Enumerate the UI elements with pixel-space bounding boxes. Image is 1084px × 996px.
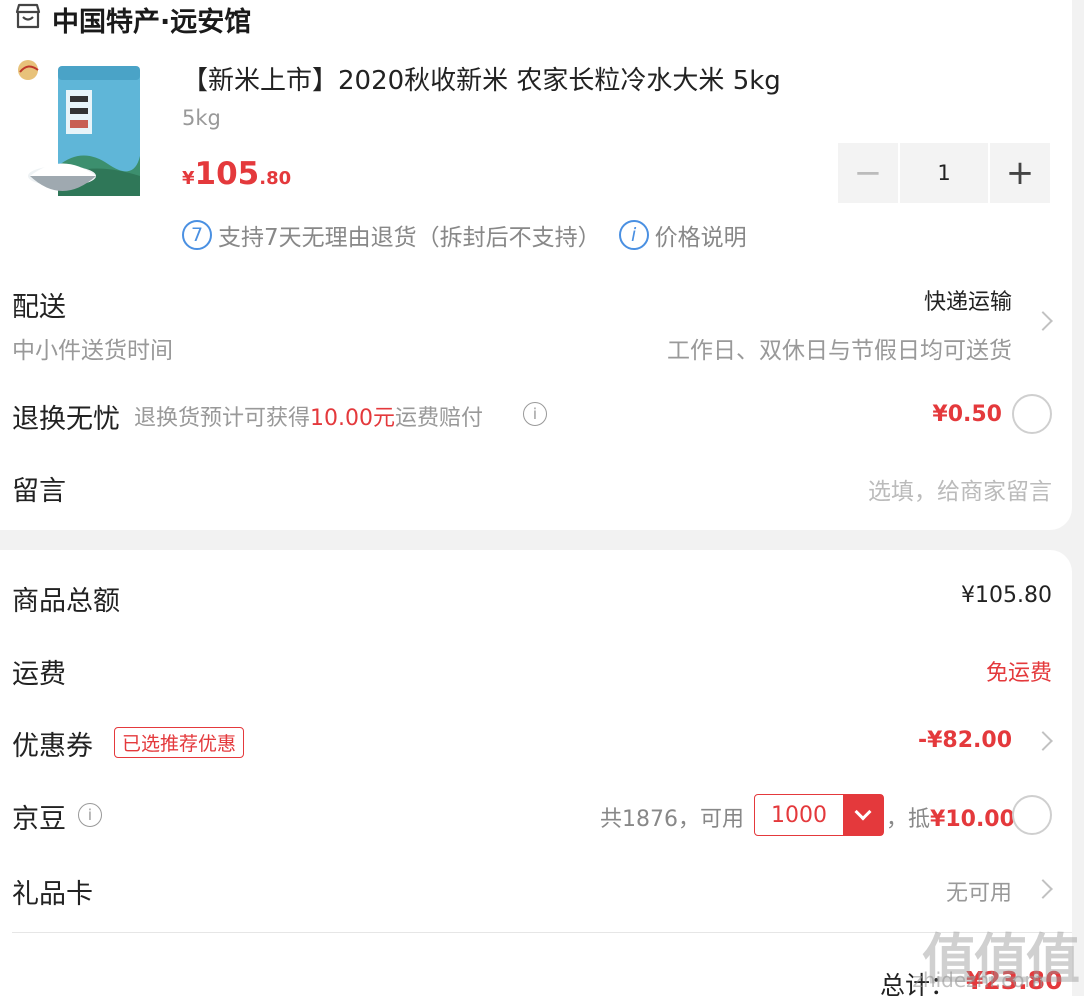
exchange-desc-suffix: 运费赔付	[395, 406, 484, 431]
order-summary-card	[0, 550, 1072, 996]
message-label: 留言	[12, 476, 66, 507]
shipping-value: 免运费	[985, 661, 1052, 686]
exchange-desc-amount: 10.00元	[310, 406, 395, 431]
info-icon: i	[618, 220, 649, 250]
jingdou-label: 京豆	[12, 804, 66, 835]
goods-total-label: 商品总额	[12, 586, 120, 617]
price-currency: ¥	[182, 168, 195, 189]
goods-total-value: ¥105.80	[961, 583, 1052, 608]
jingdou-amount-select[interactable]: 1000	[754, 794, 884, 836]
delivery-method[interactable]: 快递运输	[924, 284, 1012, 316]
watermark-site: zhidezhi.com	[912, 968, 1044, 992]
exchange-insurance-desc: 退换货预计可获得10.00元运费赔付	[134, 400, 483, 432]
jingdou-available-label: ，可用	[678, 807, 745, 832]
coupon-recommended-tag: 已选推荐优惠	[114, 727, 245, 758]
jingdou-amount-value[interactable]: 1000	[755, 795, 843, 835]
coupon-value[interactable]: -¥82.00	[918, 728, 1012, 753]
delivery-label: 配送	[12, 292, 66, 323]
seven-day-return-icon: 7	[182, 220, 212, 250]
jingdou-total: 1876	[622, 807, 679, 832]
delivery-detail[interactable]: 工作日、双休日与节假日均可送货	[667, 331, 1012, 365]
delivery-time-label: 中小件送货时间	[12, 338, 173, 364]
quantity-increase-button[interactable]: +	[990, 143, 1050, 203]
gift-card-value[interactable]: 无可用	[946, 875, 1012, 907]
exchange-radio[interactable]	[1012, 394, 1052, 434]
product-thumbnail[interactable]	[12, 56, 146, 206]
jingdou-radio[interactable]	[1012, 795, 1052, 835]
price-explanation-link[interactable]: 价格说明	[655, 218, 747, 252]
jingdou-offset: ，抵¥10.00	[886, 801, 1015, 833]
quantity-value[interactable]: 1	[900, 143, 988, 203]
jingdou-info-icon[interactable]: i	[78, 803, 102, 827]
product-title[interactable]: 【新米上市】2020秋收新米 农家长粒冷水大米 5kg	[182, 60, 781, 97]
jingdou-total-prefix: 共	[600, 807, 623, 832]
price-integer: 105	[194, 156, 260, 192]
jingdou-offset-value: ¥10.00	[930, 807, 1015, 832]
gift-card-label: 礼品卡	[12, 879, 93, 910]
chevron-down-icon[interactable]	[843, 795, 883, 835]
quantity-decrease-button[interactable]: −	[838, 143, 898, 203]
exchange-price: ¥0.50	[932, 402, 1002, 427]
product-spec: 5kg	[182, 106, 221, 130]
exchange-desc-prefix: 退换货预计可获得	[134, 406, 311, 431]
jingdou-offset-prefix: ，抵	[886, 807, 931, 832]
shipping-label: 运费	[12, 659, 66, 690]
exchange-info-icon[interactable]: i	[523, 402, 547, 426]
service-notes: 7 支持7天无理由退货（拆封后不支持） i 价格说明	[182, 218, 747, 252]
divider	[12, 932, 1072, 933]
product-price: ¥105.80	[182, 156, 291, 192]
price-decimal: .80	[259, 168, 292, 189]
shop-icon	[15, 3, 41, 29]
message-input[interactable]: 选填，给商家留言	[868, 472, 1052, 506]
jingdou-balance: 共1876，可用	[600, 801, 744, 833]
quantity-stepper: − 1 +	[838, 143, 1052, 203]
shop-name[interactable]: 中国特产·远安馆	[52, 0, 251, 39]
exchange-insurance-label: 退换无忧	[12, 404, 120, 435]
coupon-label: 优惠券	[12, 731, 93, 762]
return-policy-text: 支持7天无理由退货（拆封后不支持）	[218, 225, 601, 251]
